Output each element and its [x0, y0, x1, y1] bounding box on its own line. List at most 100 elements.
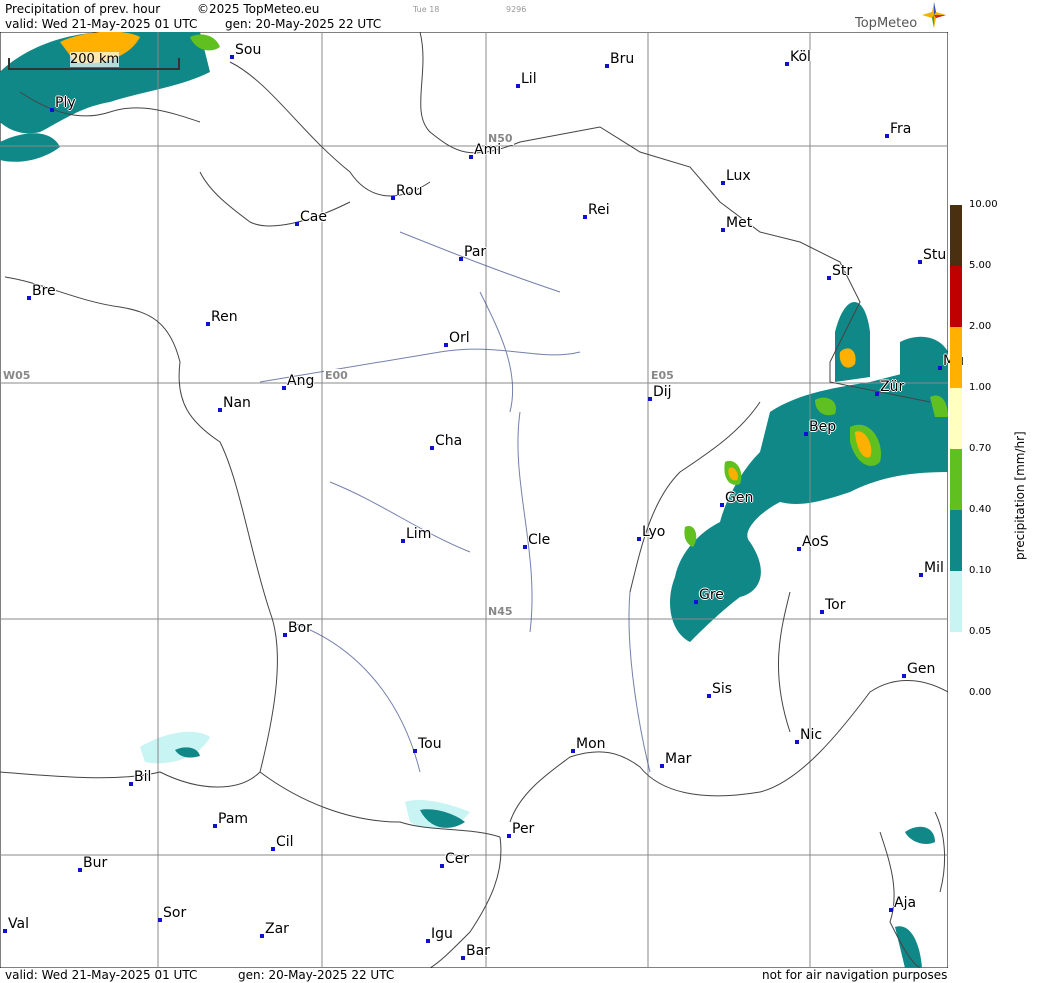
city-label: Rou [396, 183, 423, 199]
city-marker [516, 84, 520, 88]
city-marker [295, 222, 299, 226]
city-marker [820, 610, 824, 614]
city-marker [413, 749, 417, 753]
city-marker [938, 366, 942, 370]
city-label: Mil [924, 560, 944, 576]
city-label: Cle [528, 532, 551, 548]
city-label: Mar [665, 751, 692, 767]
city-label: Bar [466, 943, 490, 959]
legend-tick: 0.40 [969, 504, 992, 515]
city-marker [213, 824, 217, 828]
city-label: Per [512, 821, 535, 837]
city-label: Pam [218, 811, 249, 827]
city-label: Val [8, 916, 29, 932]
city-label: Tor [825, 597, 846, 613]
city-marker [804, 432, 808, 436]
city-marker [885, 134, 889, 138]
city-marker [129, 782, 133, 786]
footer-disclaimer: not for air navigation purposes [762, 968, 948, 982]
city-label: Zür [880, 379, 905, 395]
city-marker [218, 408, 222, 412]
city-label: Met [726, 215, 753, 231]
legend-swatch-5 [950, 266, 962, 327]
city-marker [50, 108, 54, 112]
city-label: Orl [449, 330, 470, 346]
city-label: Bru [610, 51, 635, 67]
precipitation-map [0, 32, 948, 968]
city-label: Nan [223, 395, 251, 411]
city-marker [827, 276, 831, 280]
legend-swatch-1 [950, 388, 962, 449]
legend-swatch-07 [950, 449, 962, 510]
scale-label: 200 km [70, 52, 120, 67]
copyright: ©2025 TopMeteo.eu [197, 2, 320, 16]
city-label: Cae [300, 209, 327, 225]
city-label: Ang [287, 373, 315, 389]
city-label: Bur [83, 855, 108, 871]
city-label: Sou [235, 42, 262, 58]
city-label: Dij [653, 384, 672, 400]
city-marker [206, 322, 210, 326]
legend-tick: 0.10 [969, 565, 992, 576]
city-label: Bер [809, 419, 837, 435]
city-marker [605, 64, 609, 68]
legend-axis-label: precipitation [mm/hr] [1013, 431, 1027, 560]
city-label: Aja [894, 895, 917, 911]
legend-swatch-04 [950, 510, 962, 571]
city-marker [875, 392, 879, 396]
city-label: Lil [521, 71, 537, 87]
city-label: Köl [790, 49, 811, 65]
city-marker [721, 181, 725, 185]
valid-time: valid: Wed 21-May-2025 01 UTC [5, 17, 198, 31]
city-label: Tou [418, 736, 442, 752]
legend-swatch-10 [950, 205, 962, 266]
city-label: Rei [588, 202, 610, 218]
city-marker [283, 633, 287, 637]
city-marker [507, 834, 511, 838]
city-label: Gen [725, 490, 754, 506]
legend-tick: 0.05 [969, 626, 992, 637]
city-marker [469, 155, 473, 159]
city-marker [720, 503, 724, 507]
faint-day: Tue 18 [413, 5, 440, 14]
legend-tick: 2.00 [969, 321, 992, 332]
city-marker [707, 694, 711, 698]
city-marker [459, 257, 463, 261]
city-label: AoS [802, 534, 829, 550]
compass-star-icon [922, 2, 946, 28]
city-marker [795, 740, 799, 744]
generated-time: gen: 20-May-2025 22 UTC [225, 17, 382, 31]
city-marker [523, 545, 527, 549]
city-label: Str [832, 263, 853, 279]
legend-tick: 1.00 [969, 382, 992, 393]
city-marker [230, 55, 234, 59]
grid-label-w05: W05 [2, 369, 32, 382]
city-marker [919, 573, 923, 577]
city-marker [571, 749, 575, 753]
legend-swatch-01 [950, 571, 962, 632]
map-title: Precipitation of prev. hour [5, 2, 161, 16]
legend-tick: 0.70 [969, 443, 992, 454]
legend-swatch-2 [950, 327, 962, 388]
city-marker [902, 674, 906, 678]
city-marker [27, 296, 31, 300]
city-label: Lyo [642, 524, 666, 540]
faint-code: 9296 [506, 5, 527, 14]
grid-label-e05: E05 [650, 369, 675, 382]
city-marker [440, 864, 444, 868]
city-label: Lim [406, 526, 432, 542]
city-marker [918, 260, 922, 264]
city-label: Bre [32, 283, 56, 299]
city-marker [430, 446, 434, 450]
legend-tick: 10.00 [969, 199, 998, 210]
city-marker [78, 868, 82, 872]
city-marker [158, 918, 162, 922]
city-label: Cer [445, 851, 470, 867]
city-marker [797, 547, 801, 551]
city-label: Ren [211, 309, 238, 325]
city-marker [694, 600, 698, 604]
legend-tick: 0.00 [969, 687, 992, 698]
city-marker [444, 343, 448, 347]
city-label: Stu [923, 247, 947, 263]
city-label: Igu [431, 926, 453, 942]
